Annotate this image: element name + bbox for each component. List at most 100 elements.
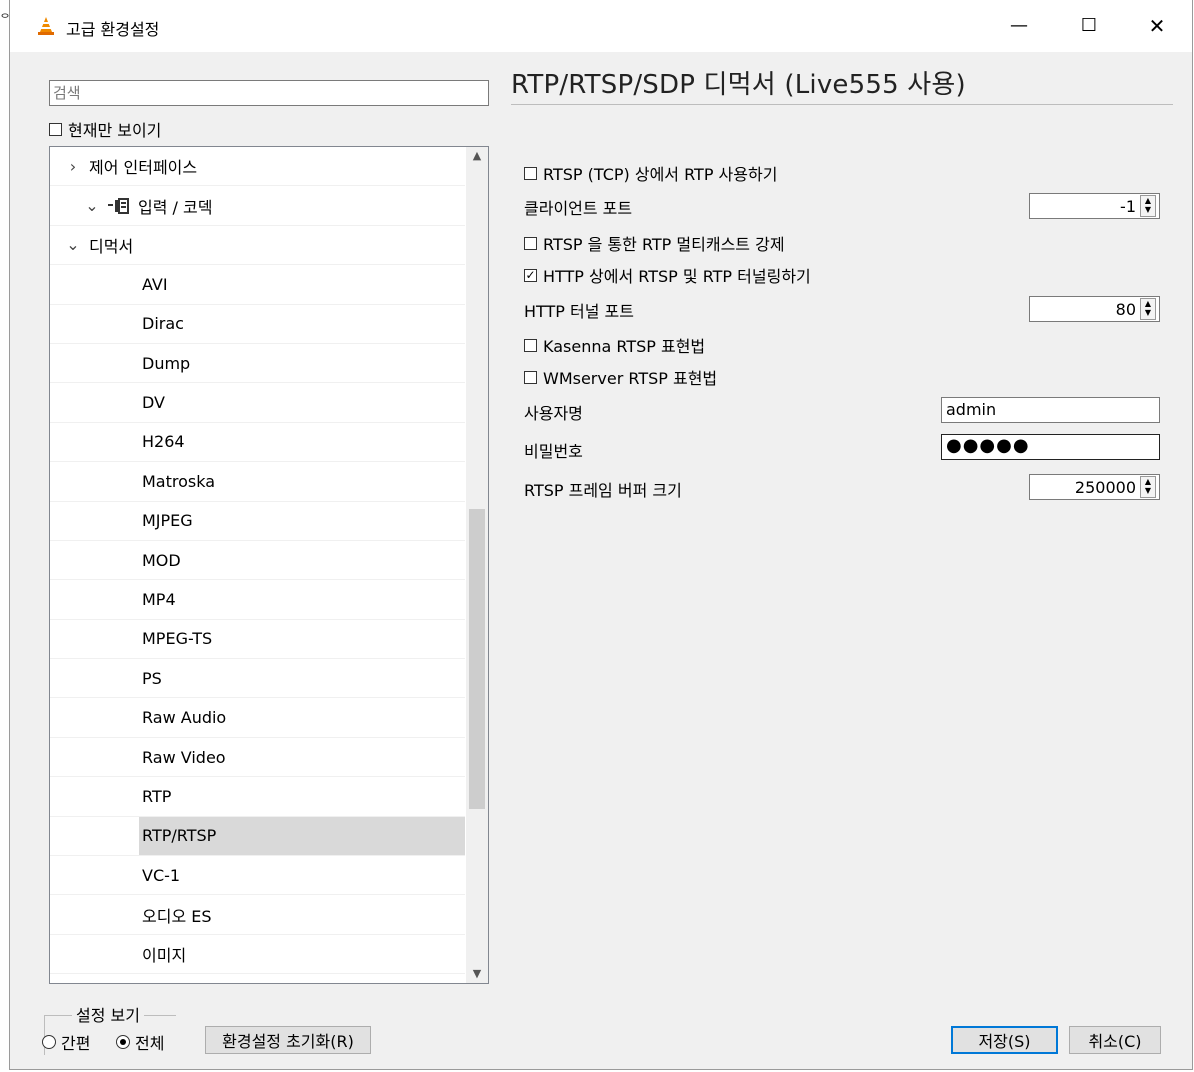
tree-item[interactable]: H264 (50, 423, 465, 463)
title-bar: 고급 환경설정 — ☐ ✕ (10, 0, 1192, 52)
tree-item-label: Raw Audio (142, 708, 227, 728)
password-label: 비밀번호 (524, 442, 583, 461)
tree-item[interactable]: PS (50, 659, 465, 699)
http-tunnel-port-spinbox[interactable]: 80 ▲ ▼ (1029, 296, 1160, 322)
radio-selected-icon[interactable] (116, 1035, 130, 1049)
view-settings-legend: 설정 보기 (72, 1002, 144, 1026)
checkbox-box[interactable] (524, 166, 537, 180)
tree-item-label: 이미지 (142, 946, 187, 965)
radio-unselected-icon[interactable] (42, 1035, 56, 1049)
tree-item-label: 입력 / 코덱 (138, 197, 213, 217)
password-input[interactable]: ●●●●● (941, 434, 1160, 460)
rtsp-tcp-checkbox[interactable]: RTSP (TCP) 상에서 RTP 사용하기 (524, 161, 777, 185)
tree-item[interactable]: RTP (50, 777, 465, 817)
force-multicast-checkbox[interactable]: RTSP 을 통한 RTP 멀티캐스트 강제 (524, 231, 785, 255)
panel-title: RTP/RTSP/SDP 디먹서 (Live555 사용) (511, 70, 966, 100)
client-port-spinbox[interactable]: -1 ▲ ▼ (1029, 193, 1160, 219)
preferences-window: 고급 환경설정 — ☐ ✕ 현재만 보이기 ›제어 인터페이스⌄입력 / 코덱⌄… (9, 0, 1193, 1070)
tree-item-label: Raw Video (142, 747, 226, 767)
tree-item-label: Dirac (142, 314, 184, 334)
tree-item[interactable]: 오디오 ES (50, 895, 465, 935)
wmserver-checkbox[interactable]: WMserver RTSP 표현법 (524, 365, 717, 389)
rtsp-tcp-label: RTSP (TCP) 상에서 RTP 사용하기 (543, 165, 778, 184)
frame-buffer-spinbox[interactable]: 250000 ▲ ▼ (1029, 474, 1160, 500)
kasenna-checkbox[interactable]: Kasenna RTSP 표현법 (524, 333, 705, 357)
tree-item[interactable]: ⌄ 입력 / 코덱 (50, 186, 465, 226)
checkbox-box[interactable] (524, 370, 537, 384)
radio-all[interactable]: 전체 (116, 1030, 164, 1054)
save-button[interactable]: 저장(S) (951, 1026, 1058, 1054)
tree-item-label: DV (142, 393, 165, 413)
tree-item[interactable]: MJPEG (50, 502, 465, 541)
reset-preferences-button[interactable]: 환경설정 초기화(R) (205, 1026, 371, 1054)
tree-item[interactable]: RTP/RTSP (50, 816, 465, 857)
tree-item-label: 오디오 ES (142, 906, 212, 926)
scroll-down-icon[interactable]: ▼ (466, 965, 488, 983)
tree-item[interactable]: Raw Audio (50, 698, 465, 738)
radio-all-label: 전체 (135, 1034, 165, 1053)
tree-item[interactable]: › 제어 인터페이스 (50, 147, 465, 187)
tree-item-label: 제어 인터페이스 (89, 158, 198, 178)
tree-item[interactable]: MP4 (50, 580, 465, 620)
http-tunnel-checkbox[interactable]: ✓ HTTP 상에서 RTSP 및 RTP 터널링하기 (524, 263, 811, 287)
spin-arrows-icon[interactable]: ▲ ▼ (1140, 298, 1156, 320)
preferences-tree[interactable]: › 제어 인터페이스 ⌄ 입력 / 코덱 ⌄ 디먹서 AVI Dirac Dump DV H264 M… (49, 146, 489, 984)
tree-item-label: 디먹서 (89, 236, 134, 256)
scroll-thumb[interactable] (469, 509, 485, 809)
tree-item[interactable]: ⌄ 디먹서 (50, 226, 465, 266)
spin-arrows-icon[interactable]: ▲ ▼ (1140, 195, 1156, 217)
tree-item[interactable]: Dirac (50, 305, 465, 344)
username-input[interactable]: admin (941, 397, 1160, 423)
close-button[interactable]: ✕ (1143, 14, 1171, 38)
tree-item-label: H264 (142, 432, 185, 452)
http-tunnel-port-label: HTTP 터널 포트 (524, 302, 634, 321)
minimize-button[interactable]: — (1005, 14, 1033, 38)
tree-item[interactable]: Raw Video (50, 738, 465, 778)
tree-item-label: MPEG-TS (142, 629, 213, 649)
tree-item-label: MP4 (142, 589, 176, 609)
tree-item-label: Dump (142, 353, 191, 373)
current-only-checkbox[interactable]: 현재만 보이기 (49, 117, 161, 141)
expanded-chevron-icon[interactable]: ⌄ (84, 196, 100, 215)
tree-item-label: MOD (142, 550, 181, 570)
maximize-button[interactable]: ☐ (1075, 14, 1103, 38)
expanded-chevron-icon[interactable]: ⌄ (65, 235, 81, 254)
radio-simple-label: 간편 (61, 1034, 91, 1053)
frame-buffer-value: 250000 (1074, 477, 1136, 497)
tree-item[interactable]: 이미지 (50, 935, 465, 975)
window-title: 고급 환경설정 (66, 20, 160, 39)
checkbox-box[interactable] (524, 236, 537, 250)
collapsed-chevron-icon[interactable]: › (65, 157, 81, 176)
wmserver-label: WMserver RTSP 표현법 (543, 369, 718, 388)
input-codec-icon (108, 197, 130, 214)
tree-item[interactable]: VC-1 (50, 856, 465, 896)
http-tunnel-port-value: 80 (1115, 299, 1136, 319)
scroll-up-icon[interactable]: ▲ (466, 147, 488, 165)
search-input[interactable] (49, 80, 489, 106)
checkmark-icon[interactable]: ✓ (524, 268, 537, 282)
tree-item[interactable]: DV (50, 383, 465, 423)
checkbox-box[interactable] (49, 122, 62, 136)
tree-item[interactable]: Dump (50, 344, 465, 384)
checkbox-box[interactable] (524, 338, 537, 352)
panel-divider (511, 104, 1173, 105)
tree-item[interactable]: AVI (50, 265, 465, 305)
tree-item-label: RTP (142, 786, 172, 806)
tree-item-label: MJPEG (142, 511, 193, 531)
username-label: 사용자명 (524, 404, 583, 423)
http-tunnel-label: HTTP 상에서 RTSP 및 RTP 터널링하기 (543, 267, 811, 286)
tree-scrollbar[interactable]: ▲ ▼ (466, 147, 488, 983)
force-multicast-label: RTSP 을 통한 RTP 멀티캐스트 강제 (543, 235, 785, 254)
tree-list: › 제어 인터페이스 ⌄ 입력 / 코덱 ⌄ 디먹서 AVI Dirac Dump DV H264 M… (50, 147, 465, 975)
tree-item-label: VC-1 (142, 865, 181, 885)
tree-item[interactable]: MPEG-TS (50, 620, 465, 660)
spin-arrows-icon[interactable]: ▲ ▼ (1140, 476, 1156, 498)
client-port-label: 클라이언트 포트 (524, 199, 633, 218)
vlc-cone-icon (38, 17, 54, 35)
tree-item-label: PS (142, 668, 162, 688)
tree-item[interactable]: MOD (50, 541, 465, 581)
cancel-button[interactable]: 취소(C) (1069, 1026, 1161, 1054)
kasenna-label: Kasenna RTSP 표현법 (543, 337, 706, 356)
tree-item[interactable]: Matroska (50, 462, 465, 502)
radio-simple[interactable]: 간편 (42, 1030, 90, 1054)
